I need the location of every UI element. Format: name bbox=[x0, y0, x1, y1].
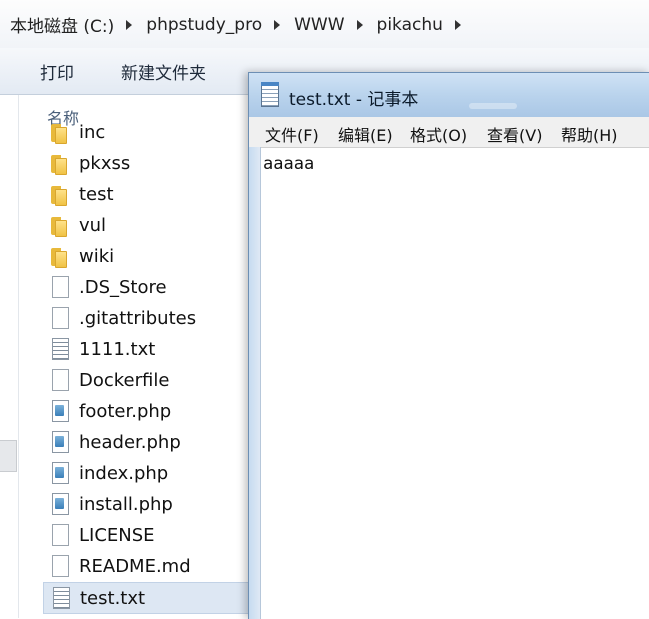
file-name: pkxss bbox=[79, 152, 131, 174]
txt-icon bbox=[49, 337, 71, 361]
notepad-window[interactable]: test.txt - 记事本 文件(F) 编辑(E) 格式(O) 查看(V) 帮… bbox=[248, 72, 649, 619]
file-name: footer.php bbox=[79, 400, 172, 422]
file-name: index.php bbox=[79, 462, 169, 484]
nav-pane-scroll-thumb[interactable] bbox=[0, 440, 17, 472]
php-icon bbox=[49, 492, 71, 516]
file-name: LICENSE bbox=[79, 524, 155, 546]
php-icon bbox=[49, 399, 71, 423]
file-list-item[interactable]: install.php bbox=[43, 489, 259, 519]
file-icon bbox=[49, 275, 71, 299]
txt-icon bbox=[50, 586, 72, 610]
titlebar-glare bbox=[469, 103, 517, 109]
breadcrumb-chevron-icon[interactable] bbox=[356, 19, 363, 30]
file-list-item[interactable]: test bbox=[43, 179, 259, 209]
php-icon bbox=[49, 430, 71, 454]
file-list-item[interactable]: index.php bbox=[43, 458, 259, 488]
notepad-app-icon[interactable] bbox=[261, 82, 279, 107]
menu-help[interactable]: 帮助(H) bbox=[561, 122, 618, 146]
folder-icon bbox=[49, 151, 71, 175]
folder-icon bbox=[49, 120, 71, 144]
file-list[interactable]: 名称 inc pkxss test vul wiki .DS_Store .gitattri… bbox=[19, 95, 259, 618]
file-name: .gitattributes bbox=[79, 307, 197, 329]
file-list-item[interactable]: test.txt bbox=[43, 582, 259, 614]
file-list-item[interactable]: 1111.txt bbox=[43, 334, 259, 364]
menu-file[interactable]: 文件(F) bbox=[265, 122, 319, 146]
notepad-text-area[interactable]: aaaaa bbox=[261, 148, 649, 619]
file-name: Dockerfile bbox=[79, 369, 170, 391]
folder-icon bbox=[49, 182, 71, 206]
file-name: 1111.txt bbox=[79, 338, 156, 360]
file-list-item[interactable]: header.php bbox=[43, 427, 259, 457]
folder-icon bbox=[49, 213, 71, 237]
file-icon bbox=[49, 523, 71, 547]
file-icon bbox=[49, 306, 71, 330]
file-name: wiki bbox=[79, 245, 115, 267]
file-list-item[interactable]: footer.php bbox=[43, 396, 259, 426]
file-icon bbox=[49, 554, 71, 578]
breadcrumb-chevron-icon[interactable] bbox=[274, 19, 281, 30]
file-list-item[interactable]: vul bbox=[43, 210, 259, 240]
print-button[interactable]: 打印 bbox=[40, 59, 74, 84]
notepad-menubar: 文件(F) 编辑(E) 格式(O) 查看(V) 帮助(H) bbox=[249, 117, 649, 148]
file-list-item[interactable]: .DS_Store bbox=[43, 272, 259, 302]
breadcrumb-item-phpstudy[interactable]: phpstudy_pro bbox=[146, 15, 262, 35]
new-folder-button[interactable]: 新建文件夹 bbox=[121, 59, 206, 84]
notepad-title: test.txt - 记事本 bbox=[289, 90, 419, 110]
menu-edit[interactable]: 编辑(E) bbox=[338, 122, 393, 146]
file-list-item[interactable]: inc bbox=[43, 117, 259, 147]
folder-icon bbox=[49, 244, 71, 268]
file-list-item[interactable]: README.md bbox=[43, 551, 259, 581]
file-name: header.php bbox=[79, 431, 181, 453]
file-name: install.php bbox=[79, 493, 173, 515]
breadcrumb: 本地磁盘 (C:) phpstudy_pro WWW pikachu bbox=[10, 12, 475, 37]
breadcrumb-item-drive[interactable]: 本地磁盘 (C:) bbox=[10, 12, 114, 37]
file-list-item[interactable]: pkxss bbox=[43, 148, 259, 178]
file-name: test.txt bbox=[80, 587, 146, 609]
file-name: README.md bbox=[79, 555, 191, 577]
file-name: vul bbox=[79, 214, 107, 236]
file-name: .DS_Store bbox=[79, 276, 167, 298]
file-name: inc bbox=[79, 121, 106, 143]
address-bar[interactable]: 本地磁盘 (C:) phpstudy_pro WWW pikachu bbox=[0, 0, 649, 49]
file-list-item[interactable]: .gitattributes bbox=[43, 303, 259, 333]
window-frame-left bbox=[249, 147, 261, 619]
file-list-item[interactable]: Dockerfile bbox=[43, 365, 259, 395]
file-name: test bbox=[79, 183, 114, 205]
php-icon bbox=[49, 461, 71, 485]
menu-view[interactable]: 查看(V) bbox=[487, 122, 542, 146]
notepad-content: aaaaa bbox=[263, 154, 315, 174]
navigation-pane[interactable] bbox=[0, 95, 19, 618]
breadcrumb-chevron-icon[interactable] bbox=[126, 19, 133, 30]
notepad-titlebar[interactable]: test.txt - 记事本 bbox=[249, 73, 649, 117]
file-list-item[interactable]: wiki bbox=[43, 241, 259, 271]
breadcrumb-item-pikachu[interactable]: pikachu bbox=[377, 15, 443, 35]
menu-format[interactable]: 格式(O) bbox=[410, 122, 467, 146]
breadcrumb-chevron-icon[interactable] bbox=[454, 19, 461, 30]
file-icon bbox=[49, 368, 71, 392]
file-list-item[interactable]: LICENSE bbox=[43, 520, 259, 550]
breadcrumb-item-www[interactable]: WWW bbox=[294, 15, 344, 35]
